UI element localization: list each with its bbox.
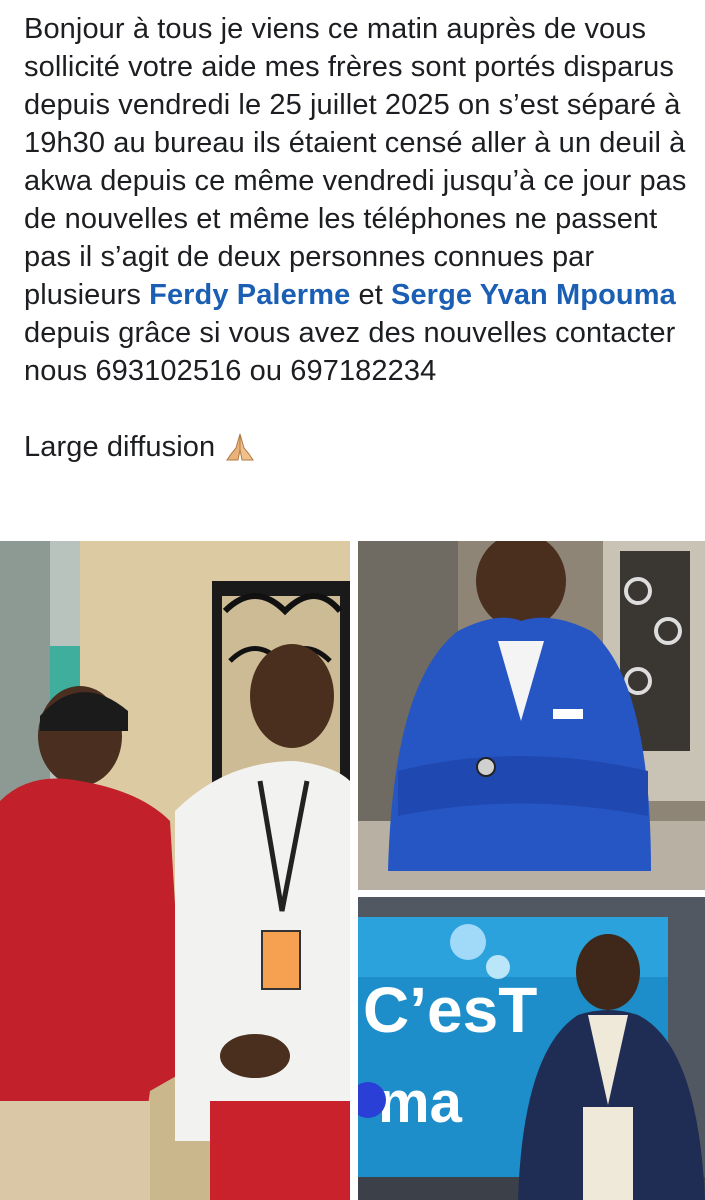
photo-two-men[interactable] bbox=[0, 541, 350, 1200]
photo-man-tv-studio[interactable]: C’esT ma bbox=[358, 897, 705, 1200]
diffusion-text: Large diffusion bbox=[24, 431, 216, 463]
tv-screen-text-2: ma bbox=[378, 1070, 463, 1135]
photo-man-blue-blazer[interactable] bbox=[358, 541, 705, 890]
mention-ferdy-palerme[interactable]: Ferdy Palerme bbox=[149, 279, 350, 311]
post-body: Bonjour à tous je viens ce matin auprès … bbox=[24, 10, 694, 466]
praying-hands-icon bbox=[223, 432, 257, 462]
post-text-part2: et bbox=[350, 279, 392, 311]
diffusion-line: Large diffusion bbox=[24, 428, 694, 466]
post-text-part3: depuis grâce si vous avez des nouvelles … bbox=[24, 317, 676, 387]
tv-screen-text-1: C’esT bbox=[363, 974, 537, 1046]
mention-serge-yvan-mpouma[interactable]: Serge Yvan Mpouma bbox=[391, 279, 676, 311]
post-text-part1: Bonjour à tous je viens ce matin auprès … bbox=[24, 13, 687, 311]
